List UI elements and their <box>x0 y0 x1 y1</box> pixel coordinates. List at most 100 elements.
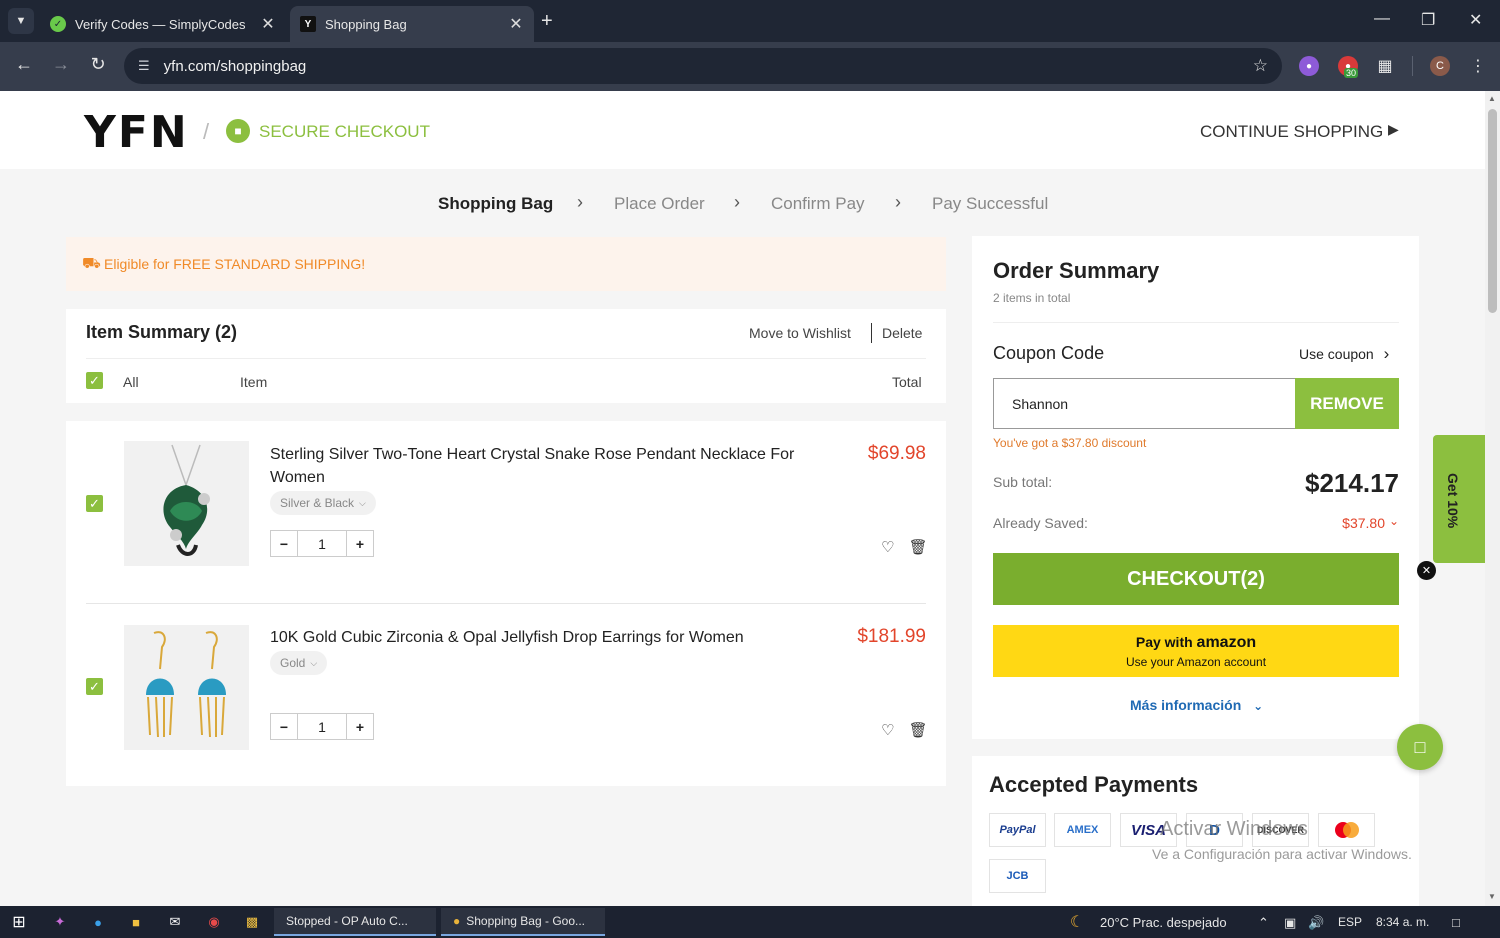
chevron-down-icon: ⌵ <box>310 657 318 668</box>
network-icon[interactable]: ▣ <box>1284 915 1296 931</box>
scrollbar-thumb[interactable] <box>1488 109 1497 313</box>
trash-icon[interactable]: 🗑 <box>909 539 928 556</box>
scroll-up-icon[interactable]: ▲ <box>1488 94 1496 103</box>
close-window-icon[interactable]: ✕ <box>1469 10 1482 30</box>
checkout-button[interactable]: CHECKOUT(2) <box>993 553 1399 605</box>
address-bar[interactable]: ☰ yfn.com/shoppingbag ☆ <box>124 48 1282 84</box>
chevron-down-icon: ⌄ <box>1253 699 1264 713</box>
divider <box>993 322 1399 323</box>
file-explorer-icon[interactable]: ■ <box>127 913 145 931</box>
bookmark-star-icon[interactable]: ☆ <box>1253 56 1268 76</box>
truck-icon: ⛟ <box>82 255 101 272</box>
tab-title: Shopping Bag <box>325 16 407 32</box>
volume-icon[interactable]: 🔊 <box>1308 915 1324 931</box>
language-indicator[interactable]: ESP <box>1338 915 1362 929</box>
tray-chevron-icon[interactable]: ⌃ <box>1258 915 1269 931</box>
chat-icon[interactable]: □ <box>1397 724 1443 770</box>
close-tab-icon[interactable]: ✕ <box>508 14 524 34</box>
browser-menu-icon[interactable]: ⋮ <box>1468 56 1488 76</box>
scroll-down-icon[interactable]: ▼ <box>1488 892 1496 901</box>
chrome-icon: ● <box>453 914 461 928</box>
new-tab-icon[interactable]: + <box>541 10 553 33</box>
heart-icon[interactable]: ♡ <box>881 539 894 556</box>
more-info-link[interactable]: Más información ⌄ <box>1130 697 1263 713</box>
coupon-input[interactable]: Shannon <box>993 378 1296 429</box>
product-image-necklace[interactable] <box>124 441 249 566</box>
forward-icon[interactable]: → <box>49 54 73 75</box>
taskbar-app-op-auto[interactable]: Stopped - OP Auto C... <box>274 908 436 936</box>
items-count: 2 items in total <box>993 291 1071 305</box>
back-icon[interactable]: ← <box>12 54 36 75</box>
quantity-stepper[interactable]: − 1 + <box>270 530 374 557</box>
chevron-down-icon[interactable]: ⌄ <box>1389 514 1399 528</box>
move-to-wishlist-button[interactable]: Move to Wishlist <box>749 325 851 341</box>
site-header: YFN / ■ SECURE CHECKOUT CONTINUE SHOPPIN… <box>0 91 1485 169</box>
url-text[interactable]: yfn.com/shoppingbag <box>164 58 1253 75</box>
amazon-pay-button[interactable]: Pay with amazon Use your Amazon account <box>993 625 1399 677</box>
decrease-quantity-button[interactable]: − <box>271 714 297 739</box>
product-name[interactable]: Sterling Silver Two-Tone Heart Crystal S… <box>270 443 850 489</box>
reload-icon[interactable]: ↻ <box>86 54 110 75</box>
profile-avatar[interactable]: C <box>1430 56 1450 76</box>
trash-icon[interactable]: 🗑 <box>909 722 928 739</box>
store-icon[interactable]: ▩ <box>243 913 261 931</box>
mail-icon[interactable]: ✉ <box>166 913 184 931</box>
windows-start-icon[interactable]: ⊞ <box>10 913 28 931</box>
quantity-stepper[interactable]: − 1 + <box>270 713 374 740</box>
select-all-checkbox[interactable]: ✓ <box>86 372 103 389</box>
opera-icon[interactable]: ◉ <box>205 913 223 931</box>
page-scrollbar[interactable]: ▲ ▼ <box>1485 91 1500 906</box>
mastercard-logo <box>1318 813 1375 847</box>
already-saved-value[interactable]: $37.80 <box>1342 515 1385 531</box>
variant-selector[interactable]: Silver & Black ⌵ <box>270 491 376 515</box>
quantity-value[interactable]: 1 <box>297 531 347 556</box>
increase-quantity-button[interactable]: + <box>347 531 373 556</box>
header-separator: / <box>203 119 210 144</box>
tab-search-button[interactable]: ▼ <box>8 8 34 34</box>
accepted-payments-title: Accepted Payments <box>989 772 1199 797</box>
product-image-earrings[interactable] <box>124 625 249 750</box>
variant-selector[interactable]: Gold ⌵ <box>270 651 328 675</box>
increase-quantity-button[interactable]: + <box>347 714 373 739</box>
amazon-logo: amazon <box>1196 633 1257 651</box>
quantity-value[interactable]: 1 <box>297 714 347 739</box>
taskbar-app-chrome[interactable]: ● Shopping Bag - Goo... <box>441 908 605 936</box>
close-tab-icon[interactable]: ✕ <box>260 14 276 34</box>
item-summary-title: Item Summary (2) <box>86 322 238 342</box>
close-promo-icon[interactable]: ✕ <box>1417 561 1436 580</box>
item-checkbox[interactable]: ✓ <box>86 678 103 695</box>
item-checkbox[interactable]: ✓ <box>86 495 103 512</box>
delete-button[interactable]: Delete <box>882 325 922 341</box>
page-content: YFN / ■ SECURE CHECKOUT CONTINUE SHOPPIN… <box>0 91 1485 906</box>
tab-simplycodes[interactable]: ✓ Verify Codes — SimplyCodes ✕ <box>40 6 286 42</box>
order-summary: Order Summary 2 items in total Coupon Co… <box>972 236 1419 739</box>
extension-purple-icon[interactable]: ● <box>1299 56 1319 76</box>
continue-shopping-link[interactable]: CONTINUE SHOPPING <box>1200 122 1383 142</box>
notifications-icon[interactable]: □ <box>1452 915 1460 930</box>
toolbar-divider <box>1412 56 1413 76</box>
copilot-icon[interactable]: ✦ <box>51 913 69 931</box>
minimize-icon[interactable]: — <box>1374 10 1390 28</box>
site-settings-icon[interactable]: ☰ <box>138 58 150 74</box>
tab-shopping-bag[interactable]: Y Shopping Bag ✕ <box>290 6 534 42</box>
item-divider <box>86 603 926 604</box>
product-name[interactable]: 10K Gold Cubic Zirconia & Opal Jellyfish… <box>270 626 850 649</box>
step-confirm-pay: Confirm Pay <box>771 194 865 213</box>
extensions-puzzle-icon[interactable]: ▦ <box>1375 56 1395 76</box>
remove-coupon-button[interactable]: REMOVE <box>1295 378 1399 429</box>
get-10-percent-tab[interactable]: Get 10% <box>1433 435 1485 563</box>
heart-icon[interactable]: ♡ <box>881 722 894 739</box>
edge-icon[interactable]: ● <box>89 913 107 931</box>
taskbar-app-label: Shopping Bag - Goo... <box>466 914 585 928</box>
weather-text[interactable]: 20°C Prac. despejado <box>1100 915 1227 930</box>
total-column-header: Total <box>892 374 922 390</box>
product-price: $181.99 <box>857 626 926 647</box>
weather-icon[interactable]: ☾ <box>1068 913 1086 931</box>
play-arrow-icon[interactable]: ▶ <box>1388 121 1399 138</box>
decrease-quantity-button[interactable]: − <box>271 531 297 556</box>
restore-icon[interactable]: ❐ <box>1421 10 1435 30</box>
variant-label: Gold <box>280 656 306 670</box>
use-coupon-link[interactable]: Use coupon › <box>1299 344 1389 364</box>
yfn-logo[interactable]: YFN <box>84 107 189 158</box>
clock[interactable]: 8:34 a. m. <box>1376 915 1429 929</box>
